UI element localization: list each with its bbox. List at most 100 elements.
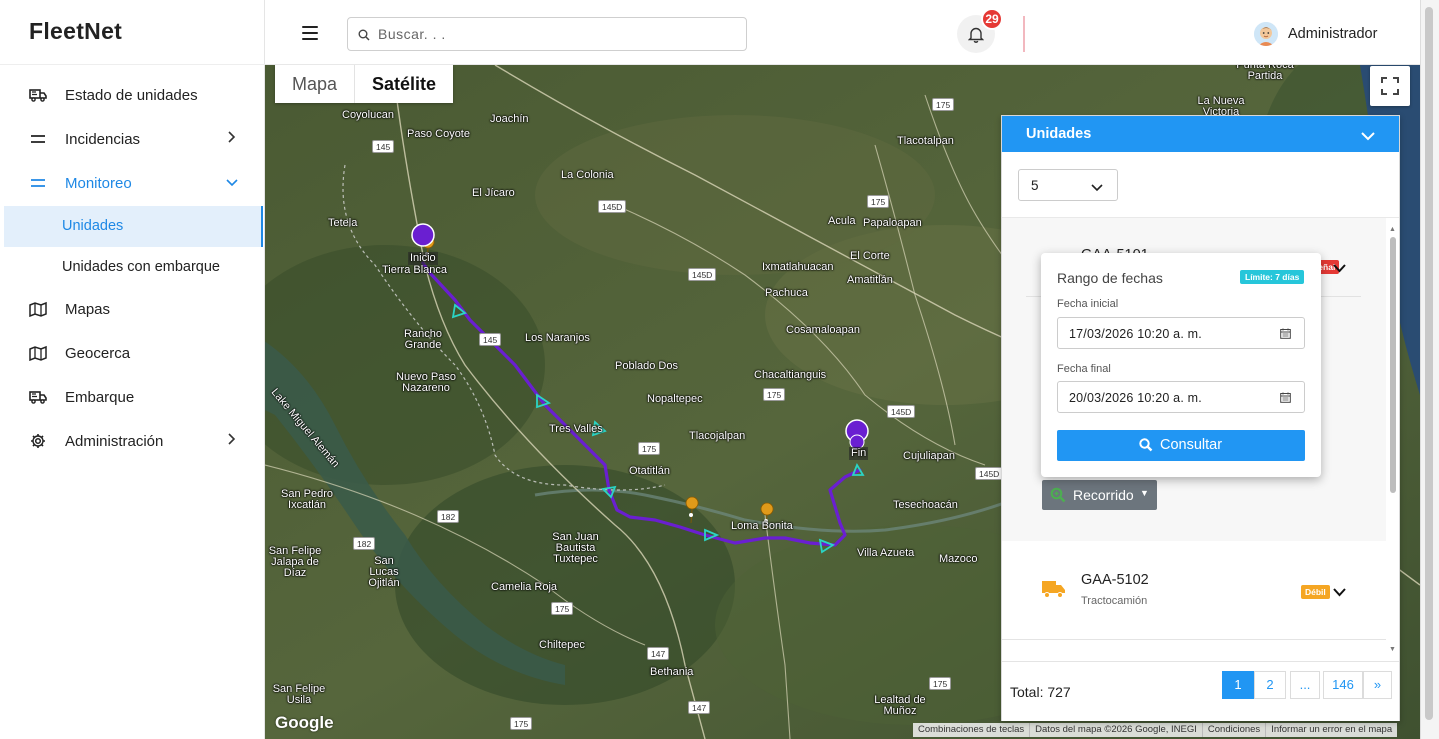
sidebar-item-label: Embarque: [65, 389, 135, 406]
place-label: Coyolucan: [342, 109, 394, 121]
scrollbar-thumb[interactable]: [1390, 237, 1396, 493]
pagination-page-2[interactable]: 2: [1254, 671, 1286, 699]
consultar-button[interactable]: Consultar: [1057, 430, 1305, 461]
highway-shield: 145D: [975, 467, 1004, 480]
terms-link[interactable]: Condiciones: [1201, 723, 1265, 737]
sidebar-item-geocerca[interactable]: Geocerca: [0, 333, 265, 373]
sidebar-item-mapas[interactable]: Mapas: [0, 289, 265, 329]
sidebar-item-label: Mapas: [65, 301, 111, 318]
place-label: Chiltepec: [539, 639, 585, 651]
place-label: Chacaltianguis: [754, 369, 827, 381]
end-date-label: Fecha final: [1057, 363, 1111, 375]
place-label: Cosamaloapan: [786, 324, 860, 336]
lines-icon: [29, 131, 47, 147]
map-data-text: Datos del mapa ©2026 Google, INEGI: [1029, 723, 1202, 737]
place-label: Lealtad de Muñoz: [874, 694, 926, 717]
search-box[interactable]: [347, 17, 747, 51]
place-label: Tlacojalpan: [689, 430, 746, 442]
divider: [1002, 639, 1386, 640]
place-label: Bethania: [650, 666, 694, 678]
total-count: Total: 727: [1010, 684, 1071, 700]
sidebar-item-label: Administración: [65, 433, 164, 450]
fullscreen-button[interactable]: [1370, 66, 1410, 106]
chevron-down-icon[interactable]: [1361, 128, 1375, 146]
report-error-link[interactable]: Informar un error en el mapa: [1265, 723, 1397, 737]
place-label: San Juan Bautista Tuxtepec: [552, 531, 599, 565]
user-name[interactable]: Administrador: [1288, 26, 1377, 42]
highway-shield: 145: [372, 140, 395, 153]
search-icon: [358, 28, 370, 46]
route-history-button[interactable]: Recorrido ▼: [1042, 480, 1157, 510]
place-label: Los Naranjos: [525, 332, 590, 344]
page-size-value: 5: [1031, 178, 1039, 193]
calendar-icon[interactable]: [1280, 328, 1291, 342]
list-item[interactable]: GAA-5102 Tractocamión Débil: [1002, 542, 1386, 638]
place-label: El Corte: [850, 250, 890, 262]
map-attribution: Combinaciones de teclas Datos del mapa ©…: [913, 723, 1398, 737]
map-type-satellite-button[interactable]: Satélite: [355, 65, 453, 103]
chevron-down-icon: [1091, 180, 1103, 195]
sidebar-item-label: Geocerca: [65, 345, 131, 362]
sidebar-subitem-unidades-con-embarque[interactable]: Unidades con embarque: [4, 247, 263, 288]
chevron-down-icon[interactable]: [1333, 260, 1346, 278]
unit-type: Tractocamión: [1081, 595, 1148, 607]
place-label: San Felipe Jalapa de Díaz: [268, 545, 322, 579]
consultar-label: Consultar: [1160, 437, 1223, 453]
place-label: Villa Azueta: [857, 547, 915, 559]
place-label: Mazoco: [939, 553, 978, 565]
sidebar-subitem-label: Unidades: [62, 218, 124, 234]
sidebar-subitem-unidades[interactable]: Unidades: [4, 206, 263, 247]
sidebar-item-administracion[interactable]: Administración: [0, 421, 265, 461]
sidebar-item-incidencias[interactable]: Incidencias: [0, 119, 265, 159]
place-label: Nuevo Paso Nazareno: [396, 371, 456, 394]
unit-name[interactable]: GAA-5102: [1081, 572, 1149, 588]
sidebar-item-embarque[interactable]: Embarque: [0, 377, 265, 417]
place-label: Tesechoacán: [893, 499, 958, 511]
pagination-next[interactable]: »: [1363, 671, 1392, 699]
map-icon: [29, 345, 47, 361]
map-type-map-button[interactable]: Mapa: [275, 65, 356, 103]
start-date-label: Fecha inicial: [1057, 298, 1119, 310]
place-label: Loma Bonita: [731, 520, 793, 532]
sidebar-divider: [0, 64, 265, 65]
sidebar-item-label: Monitoreo: [65, 175, 132, 192]
units-panel-footer: Total: 727 1 2 ... 146 »: [1002, 661, 1399, 721]
popup-title: Rango de fechas: [1057, 270, 1163, 286]
highway-shield: 175: [867, 195, 890, 208]
hamburger-menu-icon[interactable]: [302, 26, 318, 40]
status-badge: Débil: [1301, 585, 1330, 599]
route-start-marker: [411, 223, 435, 247]
units-panel-header[interactable]: Unidades: [1002, 116, 1399, 152]
pagination-page-1[interactable]: 1: [1222, 671, 1254, 699]
map-type-control: Mapa Satélite: [275, 65, 454, 103]
place-label: Tres Valles: [549, 423, 603, 435]
user-avatar[interactable]: [1254, 22, 1278, 46]
list-scrollbar[interactable]: ▲ ▼: [1387, 226, 1398, 661]
pagination-page-last[interactable]: 146: [1323, 671, 1363, 699]
keyboard-shortcuts-link[interactable]: Combinaciones de teclas: [913, 723, 1029, 737]
sidebar-item-monitoreo[interactable]: Monitoreo: [0, 163, 265, 203]
app-logo[interactable]: FleetNet: [29, 18, 122, 45]
calendar-icon[interactable]: [1280, 392, 1291, 406]
window-scrollbar-thumb[interactable]: [1425, 7, 1433, 720]
caret-down-icon: ▼: [1140, 488, 1149, 498]
google-logo: Google: [275, 713, 334, 732]
place-label: El Jícaro: [472, 187, 515, 199]
start-date-input[interactable]: 17/03/2026 10:20 a. m.: [1057, 317, 1305, 349]
page-size-select[interactable]: 5: [1018, 169, 1118, 201]
search-input[interactable]: [378, 24, 738, 44]
chevron-down-icon[interactable]: [1333, 584, 1346, 602]
place-label: San Felipe Usila: [272, 683, 326, 706]
place-label: Rancho Grande: [404, 328, 442, 351]
highway-shield: 175: [551, 602, 574, 615]
limit-badge: Límite: 7 días: [1240, 270, 1305, 284]
end-date-input[interactable]: 20/03/2026 10:20 a. m.: [1057, 381, 1305, 413]
notification-count-badge: 29: [981, 8, 1003, 30]
place-label: Acula: [828, 215, 856, 227]
sidebar-item-estado-de-unidades[interactable]: Estado de unidades: [0, 75, 265, 115]
highway-shield: 182: [437, 510, 460, 523]
highway-shield: 147: [647, 647, 670, 660]
top-header: 29 Administrador: [265, 0, 1439, 65]
route-start-label: Inicio: [408, 252, 438, 265]
bell-icon: [968, 27, 984, 43]
